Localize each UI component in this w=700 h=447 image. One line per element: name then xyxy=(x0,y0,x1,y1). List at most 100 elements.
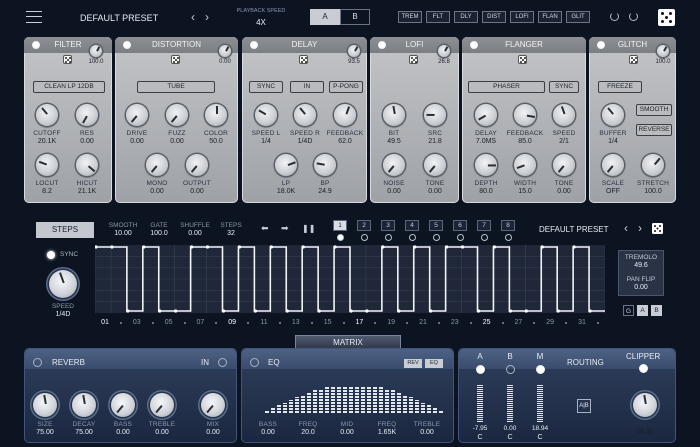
distortion-type-button[interactable]: TUBE xyxy=(137,81,215,93)
power-icon[interactable] xyxy=(470,41,478,49)
step-page-2-led[interactable] xyxy=(360,234,368,241)
distortion-knob-3[interactable] xyxy=(146,154,168,176)
eq-eq-toggle[interactable]: EQ xyxy=(425,359,443,368)
distortion-knob-0[interactable] xyxy=(126,104,148,126)
flanger-phaser-button[interactable]: PHASER xyxy=(468,81,545,93)
distortion-knob-4[interactable] xyxy=(186,154,208,176)
delay-in-button[interactable]: IN xyxy=(290,81,324,93)
tremolo-value[interactable]: 49.6 xyxy=(619,262,663,269)
power-icon[interactable] xyxy=(123,41,131,49)
gab-a-button[interactable]: A xyxy=(637,305,648,316)
panflip-value[interactable]: 0.00 xyxy=(619,284,663,291)
power-icon[interactable] xyxy=(597,41,605,49)
sequencer-preset-name[interactable]: DEFAULT PRESET xyxy=(539,225,609,234)
clipper-power-icon[interactable] xyxy=(639,364,648,373)
seq-prev-icon[interactable]: ‹ xyxy=(624,221,628,235)
fx-tab-trem[interactable]: TREM xyxy=(398,11,422,23)
lofi-knob-0[interactable] xyxy=(383,104,405,126)
lofi-knob-2[interactable] xyxy=(383,154,405,176)
delay-mix-knob[interactable] xyxy=(348,45,360,57)
routing-m-meter[interactable] xyxy=(537,385,543,422)
preset-b-button[interactable]: B xyxy=(340,9,370,25)
fx-tab-glit[interactable]: GLIT xyxy=(566,11,590,23)
prev-preset-icon[interactable]: ‹ xyxy=(191,10,195,24)
shift-right-icon[interactable]: ➡ xyxy=(281,223,289,234)
delay-p-pong-button[interactable]: P-PONG xyxy=(329,81,363,93)
flanger-knob-2[interactable] xyxy=(553,104,575,126)
preset-name[interactable]: DEFAULT PRESET xyxy=(80,13,158,23)
reverb-knob-2[interactable] xyxy=(111,393,135,417)
routing-matrix-icon[interactable]: A|B xyxy=(577,399,591,413)
routing-m-led[interactable] xyxy=(535,365,545,374)
distortion-mix-knob[interactable] xyxy=(219,45,231,57)
speed-knob[interactable] xyxy=(49,270,77,298)
step-page-6-led[interactable] xyxy=(456,234,464,241)
step-page-3-led[interactable] xyxy=(384,234,392,241)
power-icon[interactable] xyxy=(378,41,386,49)
lofi-dice-icon[interactable] xyxy=(409,55,418,64)
preset-a-button[interactable]: A xyxy=(310,9,340,25)
reverb-knob-0[interactable] xyxy=(33,393,57,417)
randomize-dice-icon[interactable] xyxy=(658,9,675,26)
glitch-freeze-button[interactable]: FREEZE xyxy=(598,81,642,93)
filter-mix-knob[interactable] xyxy=(90,45,102,57)
step-page-6[interactable]: 6 xyxy=(453,220,467,231)
step-page-2[interactable]: 2 xyxy=(357,220,371,231)
menu-icon[interactable] xyxy=(26,11,42,23)
flanger-dice-icon[interactable] xyxy=(518,55,527,64)
glitch-dice-icon[interactable] xyxy=(629,55,638,64)
step-sequencer-grid[interactable] xyxy=(95,245,605,313)
filter-dice-icon[interactable] xyxy=(63,55,72,64)
flanger-knob-0[interactable] xyxy=(475,104,497,126)
routing-b-led[interactable] xyxy=(505,365,515,374)
reverb-knob-4[interactable] xyxy=(201,393,225,417)
gab-b-button[interactable]: B xyxy=(651,305,662,316)
step-page-8-led[interactable] xyxy=(504,234,512,241)
distortion-knob-2[interactable] xyxy=(205,104,227,126)
lofi-mix-knob[interactable] xyxy=(438,45,450,57)
mix-knob[interactable] xyxy=(633,393,657,417)
reverb-power-icon[interactable] xyxy=(33,358,42,367)
fx-tab-flan[interactable]: FLAN xyxy=(538,11,562,23)
shift-left-icon[interactable]: ⬅ xyxy=(261,223,269,234)
step-page-7-led[interactable] xyxy=(480,234,488,241)
delay-sync-button[interactable]: SYNC xyxy=(249,81,283,93)
power-icon[interactable] xyxy=(32,41,40,49)
step-page-3[interactable]: 3 xyxy=(381,220,395,231)
step-page-8[interactable]: 8 xyxy=(501,220,515,231)
filter-knob-0[interactable] xyxy=(36,104,58,126)
seq-param-2-value[interactable]: 0.00 xyxy=(175,230,215,237)
delay-knob-0[interactable] xyxy=(255,104,277,126)
reverb-in-icon[interactable] xyxy=(218,358,227,367)
step-page-4[interactable]: 4 xyxy=(405,220,419,231)
seq-next-icon[interactable]: › xyxy=(638,221,642,235)
routing-a-led[interactable] xyxy=(475,365,485,374)
reverb-knob-3[interactable] xyxy=(150,393,174,417)
delay-knob-3[interactable] xyxy=(275,154,297,176)
gab-g-button[interactable]: G xyxy=(623,305,634,316)
delay-knob-2[interactable] xyxy=(334,104,356,126)
reverb-in-label[interactable]: IN xyxy=(201,358,209,367)
seq-dice-icon[interactable] xyxy=(652,223,663,234)
fx-tab-lofi[interactable]: LOFI xyxy=(510,11,534,23)
distortion-dice-icon[interactable] xyxy=(171,55,180,64)
fx-tab-flt[interactable]: FLT xyxy=(426,11,450,23)
glitch-reverse-button[interactable]: REVERSE xyxy=(636,124,672,136)
undo-icon[interactable] xyxy=(610,12,619,21)
filter-knob-2[interactable] xyxy=(36,154,58,176)
distortion-knob-1[interactable] xyxy=(166,104,188,126)
step-page-7[interactable]: 7 xyxy=(477,220,491,231)
glitch-mix-knob[interactable] xyxy=(657,45,669,57)
flanger-knob-1[interactable] xyxy=(514,104,536,126)
redo-icon[interactable] xyxy=(629,12,638,21)
routing-b-meter[interactable] xyxy=(507,385,513,422)
filter-knob-1[interactable] xyxy=(76,104,98,126)
flanger-knob-5[interactable] xyxy=(553,154,575,176)
reverb-knob-1[interactable] xyxy=(72,393,96,417)
filter-knob-3[interactable] xyxy=(76,154,98,176)
step-page-1[interactable]: 1 xyxy=(333,220,347,231)
glitch-smooth-button[interactable]: SMOOTH xyxy=(636,104,672,116)
seq-param-1-value[interactable]: 100.0 xyxy=(139,230,179,237)
routing-a-meter[interactable] xyxy=(477,385,483,422)
glitch-knob-1[interactable] xyxy=(602,154,624,176)
